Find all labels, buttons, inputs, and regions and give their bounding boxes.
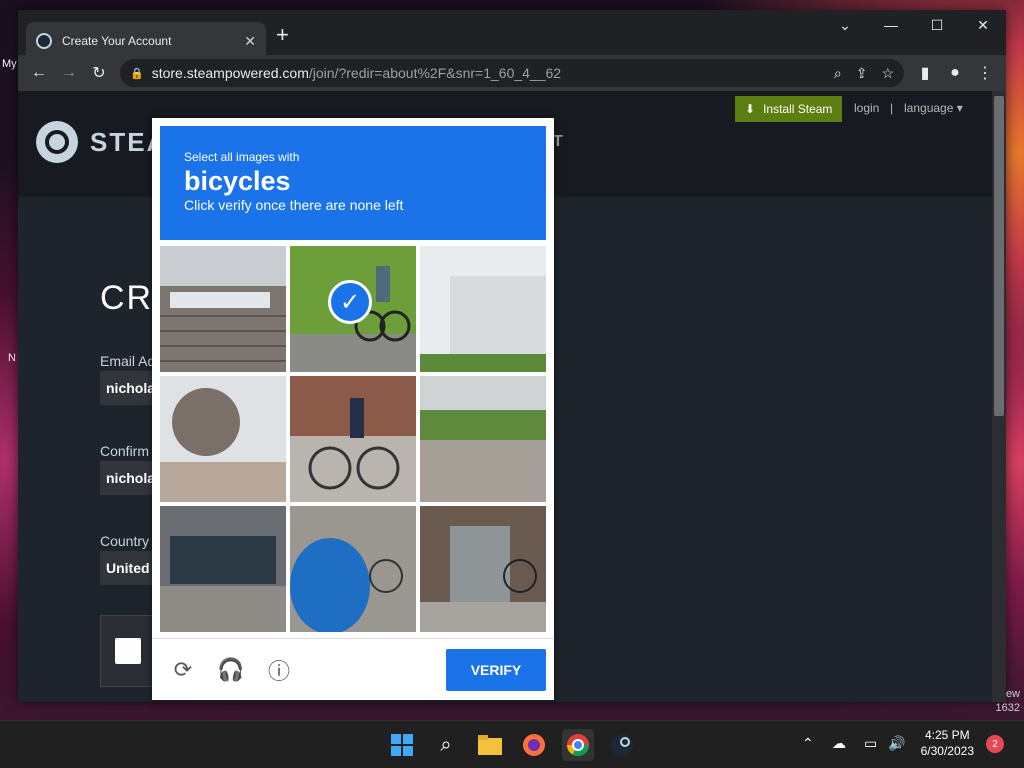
info-icon[interactable]: ⓘ	[264, 655, 294, 685]
bridge-image	[160, 246, 286, 372]
language-dropdown[interactable]: language ▾	[904, 101, 963, 115]
woman-bicycle-image	[290, 376, 416, 502]
captcha-tile-7[interactable]	[160, 506, 286, 632]
captcha-target: bicycles	[184, 166, 291, 196]
captcha-tile-8[interactable]	[290, 506, 416, 632]
desktop-label-2: N	[8, 352, 16, 364]
minimize-button[interactable]: —	[868, 10, 914, 40]
window-controls: ⌄ — ☐ ✕	[822, 10, 1006, 40]
bicycle-box-image	[420, 506, 546, 632]
captcha-challenge: Select all images with bicycles Click ve…	[152, 118, 554, 700]
login-link[interactable]: login	[854, 101, 879, 115]
url-path: /join/?redir=about%2F&snr=1_60_4__62	[308, 65, 562, 81]
email-label: Email Ad	[100, 353, 156, 369]
scrollbar-thumb[interactable]	[994, 96, 1004, 416]
refresh-icon[interactable]: ⟳	[168, 655, 198, 685]
language-label: language	[904, 101, 954, 115]
desktop-label: My	[2, 58, 17, 70]
nav-fragment[interactable]: T	[553, 133, 563, 151]
captcha-checkbox[interactable]	[115, 638, 141, 664]
clock-time: 4:25 PM	[924, 728, 970, 742]
close-window-button[interactable]: ✕	[960, 10, 1006, 40]
bookmark-star-icon[interactable]: ☆	[881, 65, 894, 82]
forward-button[interactable]: →	[54, 58, 84, 88]
url-host: store.steampowered.com	[151, 65, 309, 81]
search-icon[interactable]: ⌕	[430, 729, 462, 761]
clock[interactable]: 4:25 PM 6/30/2023	[921, 727, 974, 759]
storefront-image	[160, 506, 286, 632]
share-icon[interactable]: ⇪	[856, 65, 868, 82]
reload-button[interactable]: ↻	[84, 58, 114, 88]
volume-icon[interactable]: 🔊	[888, 735, 905, 752]
notification-badge[interactable]: 2	[986, 735, 1004, 753]
page-scrollbar[interactable]	[992, 91, 1006, 702]
header-separator: |	[890, 101, 894, 115]
file-explorer-icon[interactable]	[474, 729, 506, 761]
building-image	[420, 246, 546, 372]
captcha-tile-3[interactable]	[420, 246, 546, 372]
watermark-text: ew	[1005, 688, 1020, 700]
country-label: Country	[100, 533, 150, 549]
steam-logo-icon	[36, 121, 78, 163]
back-button[interactable]: ←	[24, 58, 54, 88]
steam-app-icon[interactable]	[606, 729, 638, 761]
captcha-tile-9[interactable]	[420, 506, 546, 632]
captcha-image-grid: ✓	[160, 246, 546, 632]
menu-kebab-icon[interactable]: ⋮	[970, 58, 1000, 88]
browser-toolbar: ← → ↻ 🔒 store.steampowered.com /join/?re…	[18, 55, 1006, 91]
tree-houses-image	[160, 376, 286, 502]
firefox-icon[interactable]	[518, 729, 550, 761]
captcha-header: Select all images with bicycles Click ve…	[160, 126, 546, 240]
taskbar: ⌕ ⌃ ☁ ▭ 🔊 4:25 PM 6/30/2023 2	[0, 720, 1024, 768]
install-steam-button[interactable]: ⬇ Install Steam	[735, 96, 843, 122]
steam-favicon-icon	[36, 33, 52, 49]
captcha-tile-4[interactable]	[160, 376, 286, 502]
blue-tarp-image	[290, 506, 416, 632]
address-bar[interactable]: 🔒 store.steampowered.com /join/?redir=ab…	[120, 59, 904, 87]
start-icon[interactable]	[386, 729, 418, 761]
network-icon[interactable]: ▭	[864, 735, 877, 752]
tray-overflow-icon[interactable]: ⌃	[802, 735, 814, 752]
install-steam-label: Install Steam	[763, 102, 833, 116]
verify-button[interactable]: VERIFY	[446, 649, 546, 691]
cloud-off-icon[interactable]: ☁	[832, 735, 846, 752]
audio-challenge-icon[interactable]: 🎧	[216, 655, 246, 685]
captcha-tile-1[interactable]	[160, 246, 286, 372]
tab-bar: Create Your Account ✕ + ⌄ — ☐ ✕	[18, 10, 1006, 60]
maximize-button[interactable]: ☐	[914, 10, 960, 40]
captcha-footer: ⟳ 🎧 ⓘ VERIFY	[152, 638, 554, 700]
confirm-email-label: Confirm	[100, 443, 150, 459]
lock-icon[interactable]: 🔒	[130, 67, 144, 80]
captcha-instruction-bottom: Click verify once there are none left	[184, 197, 404, 213]
clock-date: 6/30/2023	[920, 744, 974, 758]
download-icon: ⬇	[745, 102, 756, 116]
watermark-build: 1632	[995, 702, 1020, 714]
side-panel-icon[interactable]: ▮	[910, 58, 940, 88]
park-image	[420, 376, 546, 502]
tab-title: Create Your Account	[62, 34, 172, 48]
captcha-tile-6[interactable]	[420, 376, 546, 502]
selected-check-icon: ✓	[328, 280, 372, 324]
profile-icon[interactable]: ●	[940, 58, 970, 88]
zoom-search-icon[interactable]: ⌕	[834, 65, 842, 82]
tab-search-icon[interactable]: ⌄	[822, 10, 868, 40]
close-tab-icon[interactable]: ✕	[244, 33, 256, 50]
captcha-tile-2[interactable]: ✓	[290, 246, 416, 372]
captcha-instruction-top: Select all images with	[184, 150, 300, 164]
captcha-tile-5[interactable]	[290, 376, 416, 502]
chrome-icon[interactable]	[562, 729, 594, 761]
new-tab-button[interactable]: +	[276, 24, 289, 46]
